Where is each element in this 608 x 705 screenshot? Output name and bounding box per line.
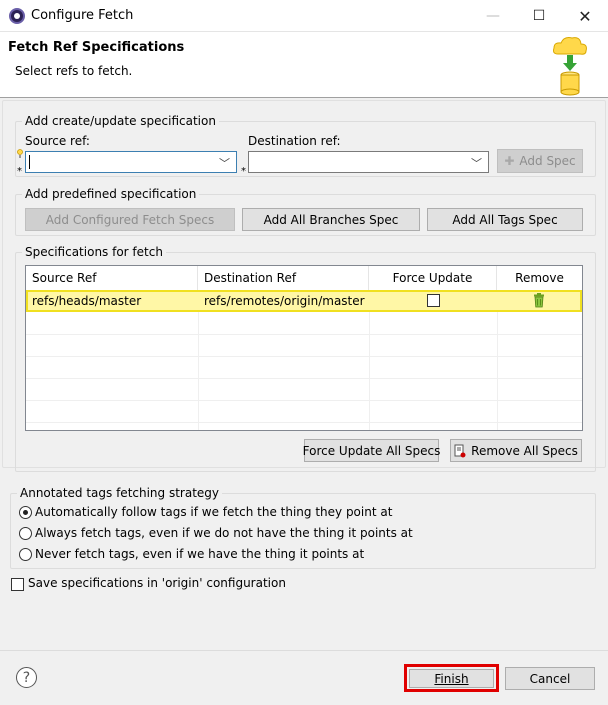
- destination-ref-combo[interactable]: ﹀: [248, 151, 489, 173]
- remove-all-specs-button[interactable]: Remove All Specs: [450, 439, 582, 462]
- chevron-down-icon[interactable]: ﹀: [219, 155, 230, 171]
- column-header-source-ref[interactable]: Source Ref: [26, 266, 198, 290]
- eclipse-app-icon: [9, 8, 25, 24]
- cancel-button[interactable]: Cancel: [505, 667, 595, 690]
- close-button[interactable]: ✕: [562, 0, 608, 32]
- required-marker: *: [17, 166, 22, 177]
- add-spec-label: Add Spec: [519, 154, 576, 168]
- radio-always-fetch-tags[interactable]: [19, 527, 32, 540]
- radio-follow-tags[interactable]: [19, 506, 32, 519]
- destination-ref-cell[interactable]: refs/remotes/origin/master: [204, 292, 365, 310]
- radio-always-fetch-tags-label[interactable]: Always fetch tags, even if we do not hav…: [35, 526, 413, 540]
- source-ref-cell[interactable]: refs/heads/master: [32, 292, 141, 310]
- remove-all-icon: [454, 444, 466, 458]
- window-title: Configure Fetch: [31, 8, 134, 23]
- column-header-remove[interactable]: Remove: [497, 266, 582, 290]
- row-divider: [26, 356, 582, 357]
- finish-button[interactable]: Finish: [409, 669, 494, 688]
- column-header-force-update[interactable]: Force Update: [369, 266, 497, 290]
- tags-strategy-legend: Annotated tags fetching strategy: [17, 486, 223, 500]
- column-header-destination-ref[interactable]: Destination Ref: [198, 266, 369, 290]
- add-configured-fetch-specs-button[interactable]: Add Configured Fetch Specs: [25, 208, 235, 231]
- specs-table[interactable]: Source Ref Destination Ref Force Update …: [25, 265, 583, 431]
- destination-ref-label: Destination ref:: [248, 134, 341, 148]
- source-ref-label: Source ref:: [25, 134, 90, 148]
- page-subtitle: Select refs to fetch.: [15, 64, 133, 78]
- force-update-all-specs-button[interactable]: Force Update All Specs: [303, 439, 440, 462]
- radio-never-fetch-tags-label[interactable]: Never fetch tags, even if we have the th…: [35, 547, 364, 561]
- predefined-spec-legend: Add predefined specification: [22, 187, 200, 201]
- add-spec-button[interactable]: ✚ Add Spec: [497, 149, 583, 173]
- radio-follow-tags-label[interactable]: Automatically follow tags if we fetch th…: [35, 505, 392, 519]
- plus-icon: ✚: [504, 154, 515, 168]
- text-caret: [29, 155, 30, 169]
- lightbulb-icon: [17, 148, 23, 158]
- row-divider: [26, 400, 582, 401]
- minimize-button[interactable]: —: [470, 0, 516, 32]
- trash-icon[interactable]: [533, 293, 545, 308]
- create-spec-legend: Add create/update specification: [22, 114, 219, 128]
- page-title: Fetch Ref Specifications: [8, 40, 185, 55]
- source-ref-combo[interactable]: ﹀: [25, 151, 237, 173]
- row-divider: [26, 378, 582, 379]
- row-divider: [26, 422, 582, 423]
- maximize-button[interactable]: ☐: [516, 0, 562, 32]
- chevron-down-icon[interactable]: ﹀: [471, 155, 482, 171]
- add-all-tags-spec-button[interactable]: Add All Tags Spec: [427, 208, 583, 231]
- footer-separator: [0, 650, 608, 651]
- save-specs-checkbox[interactable]: [11, 578, 24, 591]
- row-divider: [26, 334, 582, 335]
- specs-legend: Specifications for fetch: [22, 245, 166, 259]
- remove-all-label: Remove All Specs: [471, 443, 578, 458]
- required-marker-dest: *: [241, 166, 246, 177]
- fetch-wizard-icon: [553, 37, 587, 96]
- add-all-branches-spec-button[interactable]: Add All Branches Spec: [242, 208, 420, 231]
- save-specs-label[interactable]: Save specifications in 'origin' configur…: [28, 576, 286, 590]
- radio-never-fetch-tags[interactable]: [19, 548, 32, 561]
- force-update-checkbox[interactable]: [427, 294, 440, 307]
- help-icon[interactable]: ?: [16, 667, 37, 688]
